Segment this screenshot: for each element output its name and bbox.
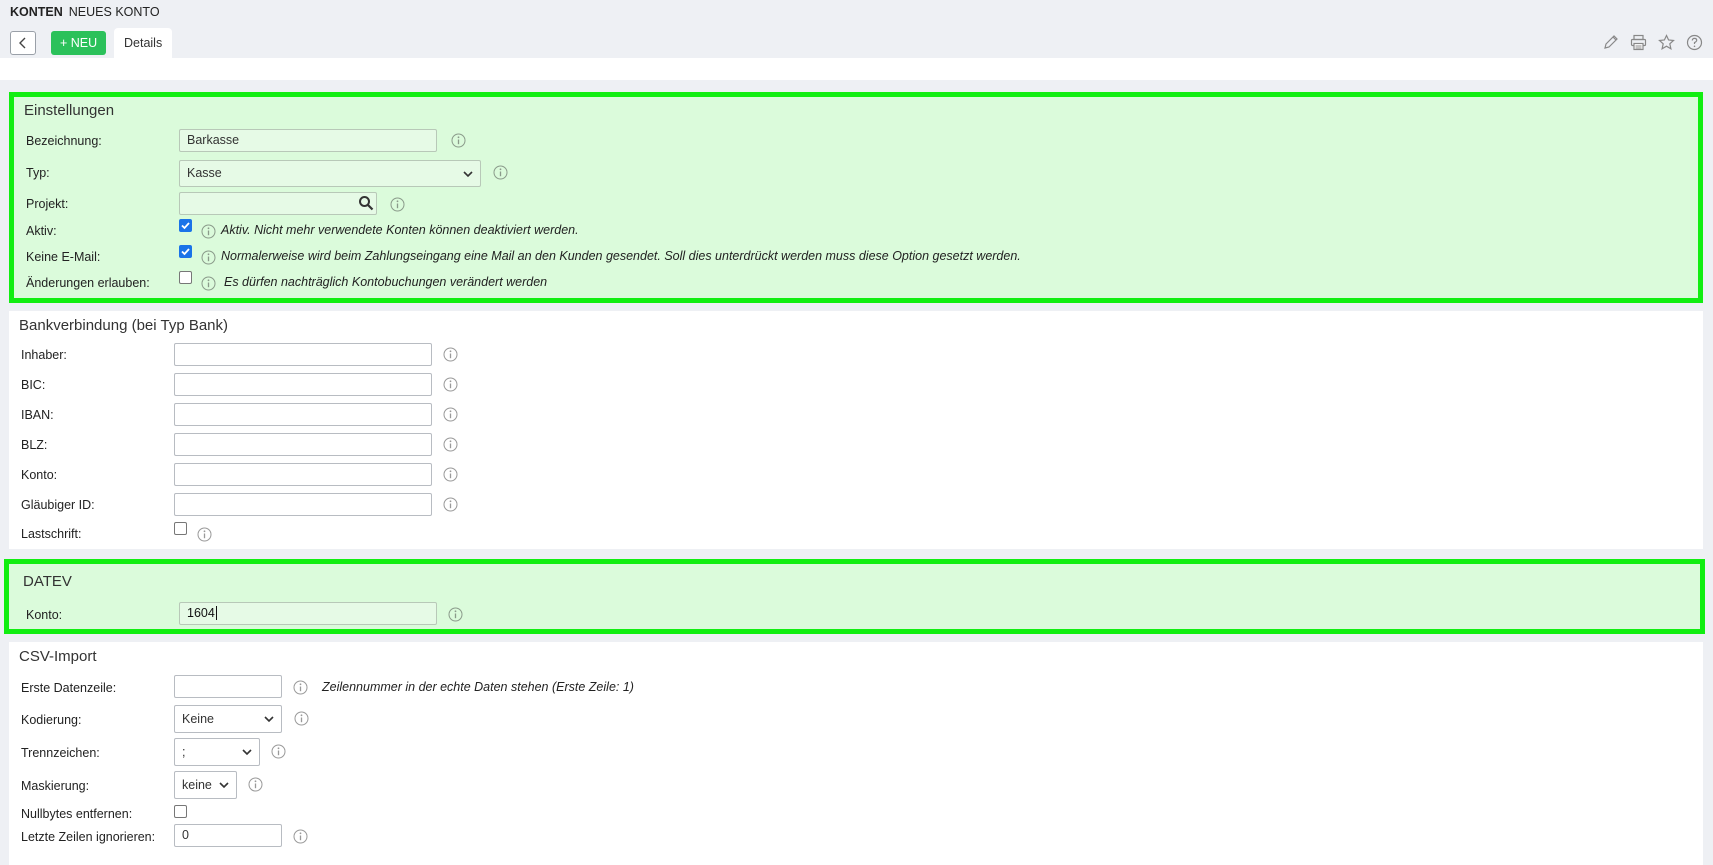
kodierung-label: Kodierung: — [21, 713, 82, 727]
settings-panel: Einstellungen Bezeichnung: Barkasse Typ:… — [9, 92, 1703, 303]
inhaber-label: Inhaber: — [21, 348, 67, 362]
iban-input[interactable] — [174, 403, 432, 426]
aktiv-label: Aktiv: — [26, 224, 57, 238]
info-icon — [293, 829, 308, 844]
projekt-label: Projekt: — [26, 197, 69, 211]
datev-panel: DATEV Konto: 1604 — [4, 559, 1705, 634]
aktiv-checkbox[interactable] — [179, 219, 192, 232]
keine-email-note: Normalerweise wird beim Zahlungseingang … — [221, 249, 1021, 263]
erste-datenzeile-note: Zeilennummer in der echte Daten stehen (… — [322, 680, 634, 694]
chevron-down-icon — [264, 716, 274, 723]
breadcrumb-page: NEUES KONTO — [68, 5, 160, 19]
back-icon — [19, 37, 26, 49]
star-icon[interactable] — [1658, 34, 1675, 51]
back-button[interactable] — [10, 31, 36, 55]
aenderungen-checkbox[interactable] — [179, 271, 192, 284]
info-icon — [293, 680, 308, 695]
datev-title: DATEV — [23, 573, 72, 590]
info-icon — [443, 347, 458, 362]
inhaber-input[interactable] — [174, 343, 432, 366]
breadcrumb-section[interactable]: KONTEN — [10, 5, 63, 19]
lastschrift-checkbox[interactable] — [174, 522, 187, 535]
info-icon — [443, 377, 458, 392]
info-icon — [493, 165, 508, 180]
info-icon — [390, 197, 405, 212]
settings-title: Einstellungen — [24, 102, 115, 119]
aenderungen-label: Änderungen erlauben: — [26, 276, 150, 290]
info-icon — [271, 744, 286, 759]
bic-input[interactable] — [174, 373, 432, 396]
chevron-down-icon — [219, 782, 229, 789]
toolbar-icons — [1602, 34, 1703, 51]
tab-details[interactable]: Details — [114, 28, 173, 58]
nullbytes-checkbox[interactable] — [174, 805, 187, 818]
blz-input[interactable] — [174, 433, 432, 456]
keine-email-checkbox[interactable] — [179, 245, 192, 258]
info-icon — [443, 407, 458, 422]
maskierung-label: Maskierung: — [21, 779, 90, 793]
trennzeichen-label: Trennzeichen: — [21, 746, 100, 760]
iban-label: IBAN: — [21, 408, 54, 422]
info-icon — [451, 133, 466, 148]
info-icon — [248, 777, 263, 792]
keine-email-label: Keine E-Mail: — [26, 250, 101, 264]
kodierung-select[interactable]: Keine — [174, 705, 282, 733]
bank-panel: Bankverbindung (bei Typ Bank) Inhaber: B… — [9, 311, 1703, 549]
info-icon — [201, 250, 216, 265]
typ-label: Typ: — [26, 166, 50, 180]
blz-label: BLZ: — [21, 438, 48, 452]
konto-label: Konto: — [21, 468, 58, 482]
pencil-icon[interactable] — [1602, 34, 1619, 51]
info-icon — [294, 711, 309, 726]
lastschrift-label: Lastschrift: — [21, 527, 82, 541]
info-icon — [443, 467, 458, 482]
header-strip — [0, 58, 1713, 80]
trennzeichen-select[interactable]: ; — [174, 738, 260, 766]
typ-select[interactable]: Kasse — [179, 160, 481, 187]
bic-label: BIC: — [21, 378, 46, 392]
aktiv-note: Aktiv. Nicht mehr verwendete Konten könn… — [221, 223, 579, 237]
info-icon — [201, 276, 216, 291]
trennzeichen-value: ; — [182, 745, 186, 759]
nullbytes-label: Nullbytes entfernen: — [21, 807, 133, 821]
datev-konto-label: Konto: — [26, 608, 63, 622]
letzte-zeilen-input[interactable]: 0 — [174, 824, 282, 847]
info-icon — [448, 607, 463, 622]
print-icon[interactable] — [1630, 34, 1647, 51]
maskierung-select[interactable]: keine — [174, 771, 237, 799]
bezeichnung-label: Bezeichnung: — [26, 134, 102, 148]
bank-title: Bankverbindung (bei Typ Bank) — [19, 317, 229, 334]
info-icon — [197, 527, 212, 542]
typ-value: Kasse — [187, 166, 222, 180]
chevron-down-icon — [242, 749, 252, 756]
check-icon — [181, 222, 190, 230]
glaeubiger-input[interactable] — [174, 493, 432, 516]
info-icon — [443, 437, 458, 452]
datev-konto-value: 1604 — [187, 606, 215, 620]
letzte-zeilen-label: Letzte Zeilen ignorieren: — [21, 830, 156, 844]
new-button[interactable]: + NEU — [51, 31, 107, 55]
projekt-input[interactable] — [179, 192, 377, 215]
maskierung-value: keine — [182, 778, 212, 792]
csv-title: CSV-Import — [19, 648, 97, 665]
konto-input[interactable] — [174, 463, 432, 486]
erste-datenzeile-label: Erste Datenzeile: — [21, 681, 117, 695]
datev-konto-input[interactable]: 1604 — [179, 602, 437, 625]
glaeubiger-label: Gläubiger ID: — [21, 498, 95, 512]
info-icon — [201, 224, 216, 239]
csv-panel: CSV-Import Erste Datenzeile: Zeilennumme… — [9, 642, 1703, 865]
breadcrumb: KONTEN NEUES KONTO — [10, 5, 160, 19]
info-icon — [443, 497, 458, 512]
text-cursor — [215, 606, 217, 620]
erste-datenzeile-input[interactable] — [174, 675, 282, 698]
check-icon — [181, 248, 190, 256]
aenderungen-note: Es dürfen nachträglich Kontobuchungen ve… — [224, 275, 548, 289]
help-icon[interactable] — [1686, 34, 1703, 51]
kodierung-value: Keine — [182, 712, 214, 726]
bezeichnung-input[interactable]: Barkasse — [179, 129, 437, 152]
top-bar: KONTEN NEUES KONTO + NEU Details — [0, 0, 1713, 58]
search-icon[interactable] — [358, 195, 374, 211]
chevron-down-icon — [463, 170, 473, 177]
